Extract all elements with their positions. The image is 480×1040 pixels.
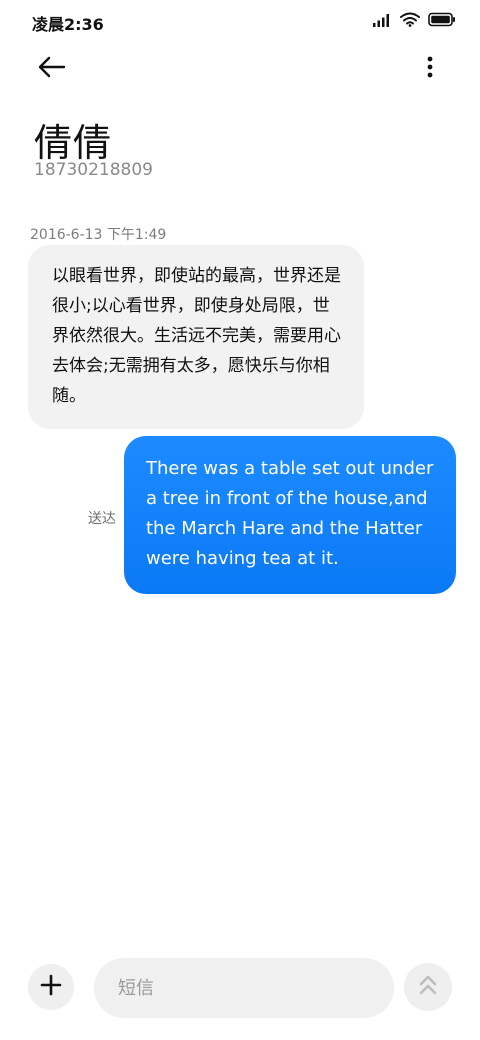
message-timestamp: 2016-6-13 下午1:49 xyxy=(30,227,167,243)
battery-icon xyxy=(428,12,456,27)
outgoing-message-bubble[interactable]: There was a table set out under a tree i… xyxy=(124,436,456,594)
plus-icon xyxy=(40,974,62,1000)
wifi-icon xyxy=(400,12,420,27)
conversation-screen: 凌晨2:36 倩倩 18730218809 2016-6-13 下午1:49 以… xyxy=(0,0,480,1040)
contact-name: 倩倩 xyxy=(34,121,113,165)
add-attachment-button[interactable] xyxy=(28,964,74,1010)
incoming-message-bubble[interactable]: 以眼看世界，即使站的最高，世界还是很小;以心看世界，即使身处局限，世界依然很大。… xyxy=(28,245,364,429)
back-arrow-icon xyxy=(38,56,66,82)
status-time: 凌晨2:36 xyxy=(32,15,104,34)
status-icons xyxy=(372,12,456,27)
back-button[interactable] xyxy=(30,52,74,86)
contact-number: 18730218809 xyxy=(34,160,153,180)
more-vertical-icon xyxy=(427,56,433,82)
send-button[interactable] xyxy=(404,963,452,1011)
delivery-status: 送达 xyxy=(88,511,116,527)
signal-icon xyxy=(372,13,392,27)
double-chevron-up-icon xyxy=(418,974,438,1000)
more-options-button[interactable] xyxy=(416,52,444,86)
status-bar: 凌晨2:36 xyxy=(0,0,480,44)
sms-input[interactable] xyxy=(94,958,394,1018)
